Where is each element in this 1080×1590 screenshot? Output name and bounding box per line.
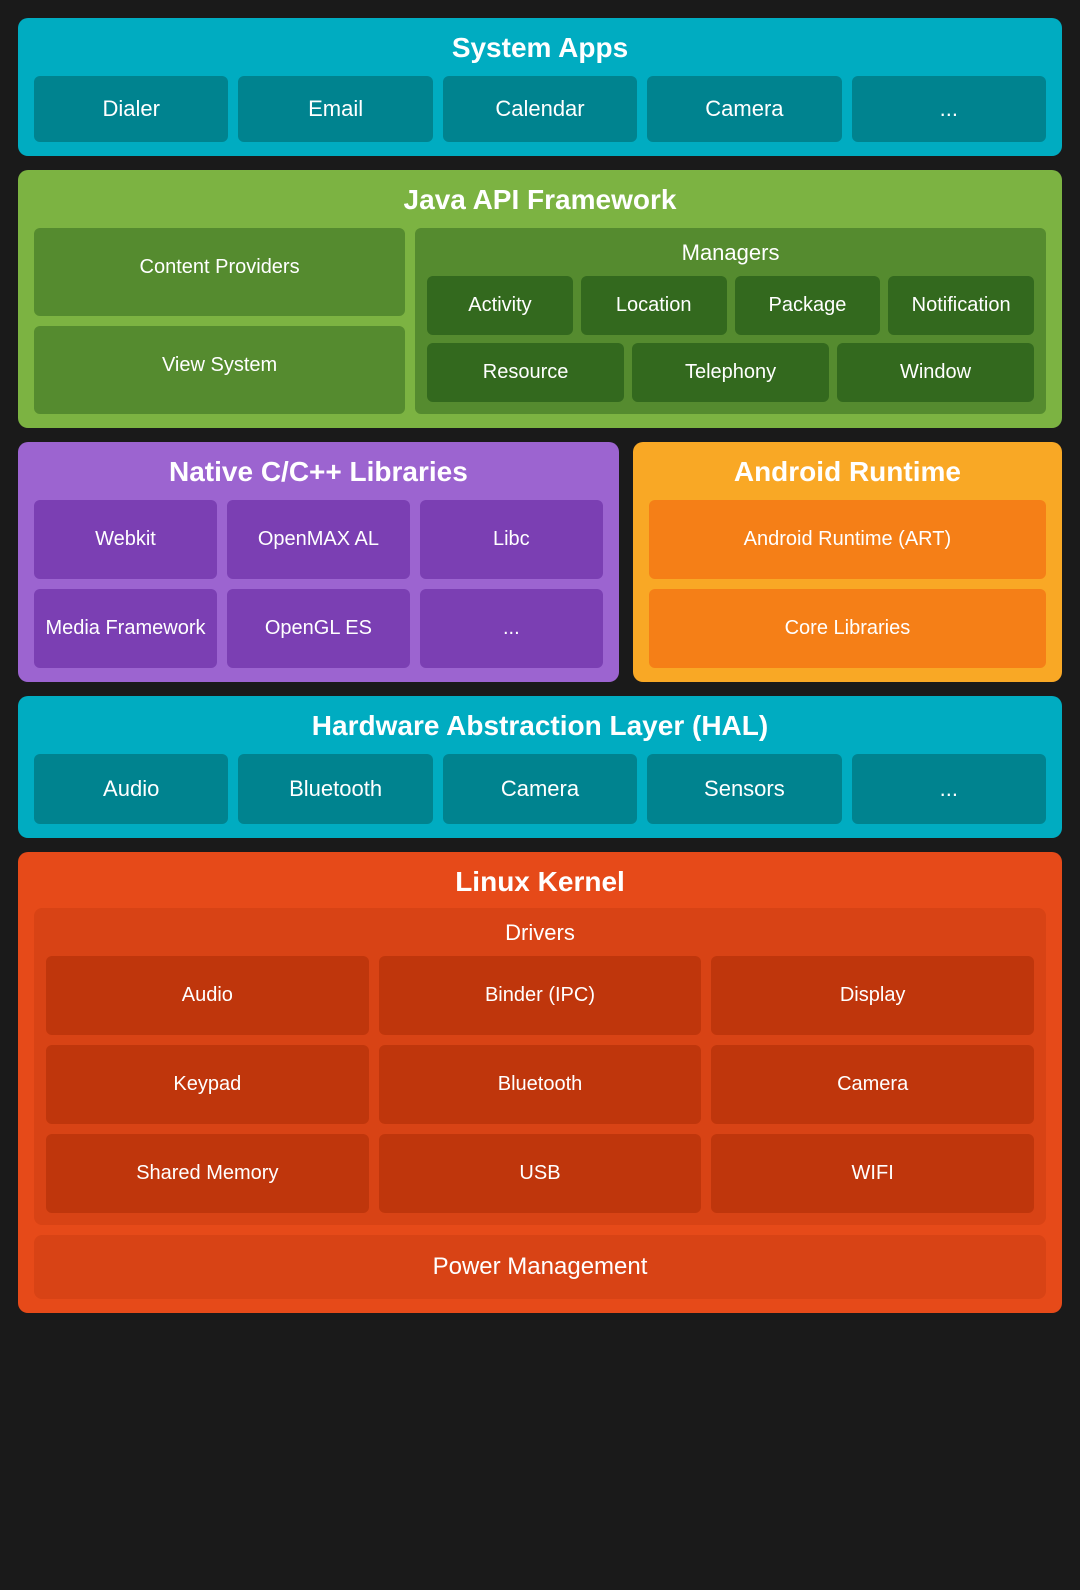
linux-kernel-layer: Linux Kernel Drivers Audio Binder (IPC) … xyxy=(18,852,1062,1313)
android-runtime-grid: Android Runtime (ART) Core Libraries xyxy=(649,500,1046,668)
list-item: Window xyxy=(837,343,1034,402)
list-item: Core Libraries xyxy=(649,589,1046,668)
list-item: WIFI xyxy=(711,1134,1034,1213)
list-item: Media Framework xyxy=(34,589,217,668)
list-item: USB xyxy=(379,1134,702,1213)
list-item: Activity xyxy=(427,276,573,335)
system-apps-grid: Dialer Email Calendar Camera ... xyxy=(34,76,1046,142)
view-system-cell: View System xyxy=(34,326,405,414)
android-runtime-layer: Android Runtime Android Runtime (ART) Co… xyxy=(633,442,1062,682)
java-api-title: Java API Framework xyxy=(34,184,1046,216)
list-item: ... xyxy=(852,754,1046,824)
linux-kernel-title: Linux Kernel xyxy=(34,866,1046,898)
list-item: Calendar xyxy=(443,76,637,142)
list-item: ... xyxy=(420,589,603,668)
list-item: Dialer xyxy=(34,76,228,142)
android-runtime-title: Android Runtime xyxy=(649,456,1046,488)
list-item: Telephony xyxy=(632,343,829,402)
list-item: OpenGL ES xyxy=(227,589,410,668)
power-management-cell: Power Management xyxy=(34,1235,1046,1299)
list-item: OpenMAX AL xyxy=(227,500,410,579)
managers-row2: Resource Telephony Window xyxy=(427,343,1034,402)
managers-row1: Activity Location Package Notification xyxy=(427,276,1034,335)
managers-box: Managers Activity Location Package Notif… xyxy=(415,228,1046,414)
system-apps-title: System Apps xyxy=(34,32,1046,64)
list-item: Bluetooth xyxy=(238,754,432,824)
native-libs-grid: Webkit OpenMAX AL Libc Media Framework O… xyxy=(34,500,603,668)
list-item: Android Runtime (ART) xyxy=(649,500,1046,579)
list-item: Camera xyxy=(647,76,841,142)
drivers-title: Drivers xyxy=(46,920,1034,946)
java-api-layer: Java API Framework Content Providers Vie… xyxy=(18,170,1062,428)
list-item: Bluetooth xyxy=(379,1045,702,1124)
list-item: Binder (IPC) xyxy=(379,956,702,1035)
managers-title: Managers xyxy=(427,240,1034,266)
java-api-inner: Content Providers View System Managers A… xyxy=(34,228,1046,414)
java-api-left: Content Providers View System xyxy=(34,228,405,414)
drivers-box: Drivers Audio Binder (IPC) Display Keypa… xyxy=(34,908,1046,1225)
list-item: Camera xyxy=(711,1045,1034,1124)
list-item: Location xyxy=(581,276,727,335)
list-item: Shared Memory xyxy=(46,1134,369,1213)
drivers-grid: Audio Binder (IPC) Display Keypad Blueto… xyxy=(46,956,1034,1213)
hal-title: Hardware Abstraction Layer (HAL) xyxy=(34,710,1046,742)
list-item: Sensors xyxy=(647,754,841,824)
list-item: Display xyxy=(711,956,1034,1035)
native-runtime-row: Native C/C++ Libraries Webkit OpenMAX AL… xyxy=(18,442,1062,682)
list-item: Libc xyxy=(420,500,603,579)
system-apps-layer: System Apps Dialer Email Calendar Camera… xyxy=(18,18,1062,156)
list-item: Webkit xyxy=(34,500,217,579)
list-item: ... xyxy=(852,76,1046,142)
list-item: Resource xyxy=(427,343,624,402)
native-libs-title: Native C/C++ Libraries xyxy=(34,456,603,488)
hal-layer: Hardware Abstraction Layer (HAL) Audio B… xyxy=(18,696,1062,838)
list-item: Notification xyxy=(888,276,1034,335)
list-item: Audio xyxy=(46,956,369,1035)
list-item: Package xyxy=(735,276,881,335)
native-libs-layer: Native C/C++ Libraries Webkit OpenMAX AL… xyxy=(18,442,619,682)
content-providers-cell: Content Providers xyxy=(34,228,405,316)
hal-grid: Audio Bluetooth Camera Sensors ... xyxy=(34,754,1046,824)
list-item: Audio xyxy=(34,754,228,824)
list-item: Keypad xyxy=(46,1045,369,1124)
list-item: Camera xyxy=(443,754,637,824)
list-item: Email xyxy=(238,76,432,142)
